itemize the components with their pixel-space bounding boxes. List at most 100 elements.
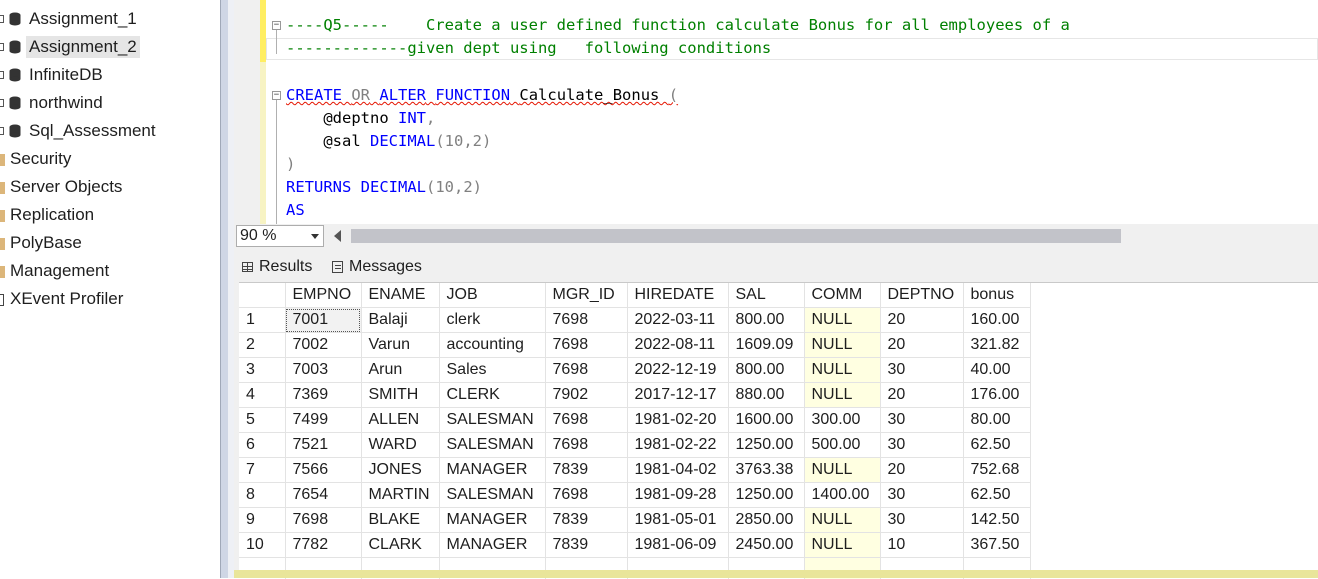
table-cell[interactable]: 367.50 bbox=[963, 533, 1030, 558]
table-cell[interactable]: 7698 bbox=[545, 333, 627, 358]
table-cell[interactable]: 160.00 bbox=[963, 308, 1030, 333]
table-cell[interactable]: 40.00 bbox=[963, 358, 1030, 383]
table-cell[interactable]: NULL bbox=[804, 508, 880, 533]
table-cell[interactable]: 7003 bbox=[285, 358, 361, 383]
table-cell[interactable]: MANAGER bbox=[439, 508, 545, 533]
table-cell[interactable]: CLERK bbox=[439, 383, 545, 408]
table-cell[interactable]: 7698 bbox=[545, 483, 627, 508]
row-number[interactable]: 9 bbox=[239, 508, 285, 533]
table-cell[interactable]: 7698 bbox=[545, 308, 627, 333]
table-cell[interactable]: 7902 bbox=[545, 383, 627, 408]
table-cell[interactable]: 1981-04-02 bbox=[627, 458, 728, 483]
table-cell[interactable]: NULL bbox=[804, 358, 880, 383]
table-cell[interactable]: MANAGER bbox=[439, 458, 545, 483]
table-cell[interactable]: 2017-12-17 bbox=[627, 383, 728, 408]
horizontal-scrollbar-thumb[interactable] bbox=[351, 229, 1121, 243]
row-header-corner[interactable] bbox=[239, 283, 285, 308]
table-row[interactable]: 47369SMITHCLERK79022017-12-17880.00NULL2… bbox=[239, 383, 1030, 408]
table-cell[interactable]: CLARK bbox=[361, 533, 439, 558]
table-cell[interactable]: 2450.00 bbox=[728, 533, 804, 558]
table-cell[interactable]: 10 bbox=[880, 533, 963, 558]
table-row[interactable]: 37003ArunSales76982022-12-19800.00NULL30… bbox=[239, 358, 1030, 383]
table-cell[interactable]: 7839 bbox=[545, 508, 627, 533]
table-cell[interactable]: 30 bbox=[880, 508, 963, 533]
table-cell[interactable]: Arun bbox=[361, 358, 439, 383]
zoom-dropdown[interactable]: 90 % bbox=[236, 225, 324, 247]
table-cell[interactable]: 30 bbox=[880, 483, 963, 508]
table-cell[interactable]: 7654 bbox=[285, 483, 361, 508]
table-cell[interactable]: 752.68 bbox=[963, 458, 1030, 483]
table-row[interactable]: 77566JONESMANAGER78391981-04-023763.38NU… bbox=[239, 458, 1030, 483]
expand-icon[interactable] bbox=[0, 15, 4, 23]
results-grid[interactable]: EMPNO ENAME JOB MGR_ID HIREDATE SAL COMM… bbox=[239, 282, 1318, 579]
table-cell[interactable]: SALESMAN bbox=[439, 433, 545, 458]
table-cell[interactable]: 142.50 bbox=[963, 508, 1030, 533]
table-cell[interactable]: accounting bbox=[439, 333, 545, 358]
table-cell[interactable]: 30 bbox=[880, 358, 963, 383]
column-header[interactable]: EMPNO bbox=[285, 283, 361, 308]
table-cell[interactable]: Varun bbox=[361, 333, 439, 358]
table-row[interactable]: 27002Varunaccounting76982022-08-111609.0… bbox=[239, 333, 1030, 358]
table-cell[interactable]: ALLEN bbox=[361, 408, 439, 433]
table-cell[interactable]: BLAKE bbox=[361, 508, 439, 533]
row-number[interactable]: 10 bbox=[239, 533, 285, 558]
expand-icon[interactable] bbox=[0, 43, 4, 51]
table-cell[interactable]: 62.50 bbox=[963, 433, 1030, 458]
table-cell[interactable]: 1400.00 bbox=[804, 483, 880, 508]
row-number[interactable]: 1 bbox=[239, 308, 285, 333]
table-cell[interactable]: 7839 bbox=[545, 458, 627, 483]
table-cell[interactable]: 2022-03-11 bbox=[627, 308, 728, 333]
row-number[interactable]: 2 bbox=[239, 333, 285, 358]
table-cell[interactable]: 1981-09-28 bbox=[627, 483, 728, 508]
table-cell[interactable]: 2850.00 bbox=[728, 508, 804, 533]
table-row[interactable]: 57499ALLENSALESMAN76981981-02-201600.003… bbox=[239, 408, 1030, 433]
table-cell[interactable]: 20 bbox=[880, 458, 963, 483]
table-cell[interactable]: WARD bbox=[361, 433, 439, 458]
column-header[interactable]: bonus bbox=[963, 283, 1030, 308]
code-line-9[interactable]: AS bbox=[286, 199, 305, 222]
code-line-6[interactable]: @sal DECIMAL(10,2) bbox=[286, 130, 491, 153]
table-cell[interactable]: 80.00 bbox=[963, 408, 1030, 433]
table-cell[interactable]: 800.00 bbox=[728, 308, 804, 333]
column-header[interactable]: DEPTNO bbox=[880, 283, 963, 308]
table-cell[interactable]: NULL bbox=[804, 333, 880, 358]
collapse-region-icon[interactable]: − bbox=[272, 91, 281, 100]
tab-messages[interactable]: Messages bbox=[328, 255, 426, 279]
expand-icon[interactable] bbox=[0, 71, 4, 79]
table-row[interactable]: 17001Balajiclerk76982022-03-11800.00NULL… bbox=[239, 308, 1030, 333]
table-cell[interactable]: 20 bbox=[880, 383, 963, 408]
table-cell[interactable]: 7698 bbox=[545, 433, 627, 458]
table-cell[interactable]: 7499 bbox=[285, 408, 361, 433]
column-header[interactable]: MGR_ID bbox=[545, 283, 627, 308]
collapse-region-icon[interactable]: − bbox=[272, 21, 281, 30]
column-header[interactable]: JOB bbox=[439, 283, 545, 308]
column-header[interactable]: COMM bbox=[804, 283, 880, 308]
scroll-left-arrow-icon[interactable] bbox=[334, 230, 341, 242]
table-cell[interactable]: 7521 bbox=[285, 433, 361, 458]
table-cell[interactable]: 1981-06-09 bbox=[627, 533, 728, 558]
row-number[interactable]: 5 bbox=[239, 408, 285, 433]
table-cell[interactable]: Sales bbox=[439, 358, 545, 383]
table-cell[interactable]: JONES bbox=[361, 458, 439, 483]
code-line-7[interactable]: ) bbox=[286, 153, 295, 176]
table-cell[interactable]: 7698 bbox=[545, 408, 627, 433]
table-cell[interactable]: SMITH bbox=[361, 383, 439, 408]
code-line-2[interactable]: -------------given dept using following … bbox=[286, 37, 771, 60]
code-line-4[interactable]: CREATE OR ALTER FUNCTION Calculate_Bonus… bbox=[286, 84, 678, 107]
table-cell[interactable]: 3763.38 bbox=[728, 458, 804, 483]
table-cell[interactable]: NULL bbox=[804, 458, 880, 483]
table-cell[interactable]: MANAGER bbox=[439, 533, 545, 558]
table-cell[interactable]: 500.00 bbox=[804, 433, 880, 458]
table-cell[interactable]: 1981-05-01 bbox=[627, 508, 728, 533]
table-cell[interactable]: 30 bbox=[880, 433, 963, 458]
table-cell[interactable]: 1981-02-22 bbox=[627, 433, 728, 458]
table-cell[interactable]: 2022-08-11 bbox=[627, 333, 728, 358]
row-number[interactable]: 4 bbox=[239, 383, 285, 408]
column-header[interactable]: SAL bbox=[728, 283, 804, 308]
table-cell[interactable]: 62.50 bbox=[963, 483, 1030, 508]
table-cell[interactable]: 30 bbox=[880, 408, 963, 433]
column-header[interactable]: ENAME bbox=[361, 283, 439, 308]
table-cell[interactable]: 1609.09 bbox=[728, 333, 804, 358]
table-cell[interactable]: 7698 bbox=[285, 508, 361, 533]
table-cell[interactable]: 2022-12-19 bbox=[627, 358, 728, 383]
